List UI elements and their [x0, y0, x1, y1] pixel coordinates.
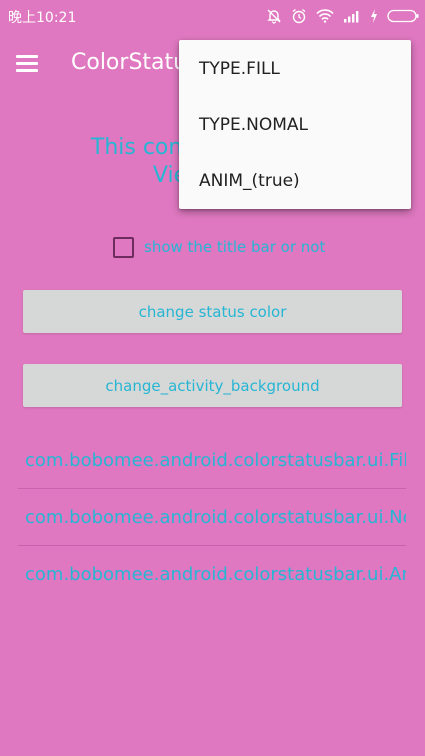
signal-icon — [343, 9, 361, 23]
change-activity-background-button[interactable]: change_activity_background — [23, 364, 402, 407]
menu-item-type-nomal[interactable]: TYPE.NOMAL — [179, 97, 411, 153]
wifi-icon — [316, 9, 334, 23]
overflow-popup-menu: TYPE.FILL TYPE.NOMAL ANIM_(true) — [179, 40, 411, 209]
status-time: 晚上10:21 — [8, 10, 77, 26]
status-bar: 晚上10:21 — [0, 0, 425, 32]
activity-list: com.bobomee.android.colorstatusbar.ui.Fi… — [18, 432, 406, 603]
mute-bell-icon — [266, 8, 282, 24]
title-bar-checkbox[interactable]: show the title bar or not — [113, 236, 325, 258]
list-item[interactable]: com.bobomee.android.colorstatusbar.ui.An… — [18, 546, 406, 603]
checkbox-box[interactable] — [113, 236, 134, 258]
charging-icon — [370, 9, 378, 23]
menu-item-type-fill[interactable]: TYPE.FILL — [179, 40, 411, 97]
checkbox-label: show the title bar or not — [144, 238, 326, 256]
change-status-color-button[interactable]: change status color — [23, 290, 402, 333]
list-item[interactable]: com.bobomee.android.colorstatusbar.ui.Fi… — [18, 432, 406, 489]
list-item[interactable]: com.bobomee.android.colorstatusbar.ui.No… — [18, 489, 406, 546]
status-icons — [266, 6, 419, 26]
hamburger-menu-icon[interactable] — [16, 49, 48, 77]
menu-item-anim[interactable]: ANIM_(true) — [179, 153, 411, 209]
battery-icon — [387, 9, 419, 23]
alarm-icon — [291, 8, 307, 24]
